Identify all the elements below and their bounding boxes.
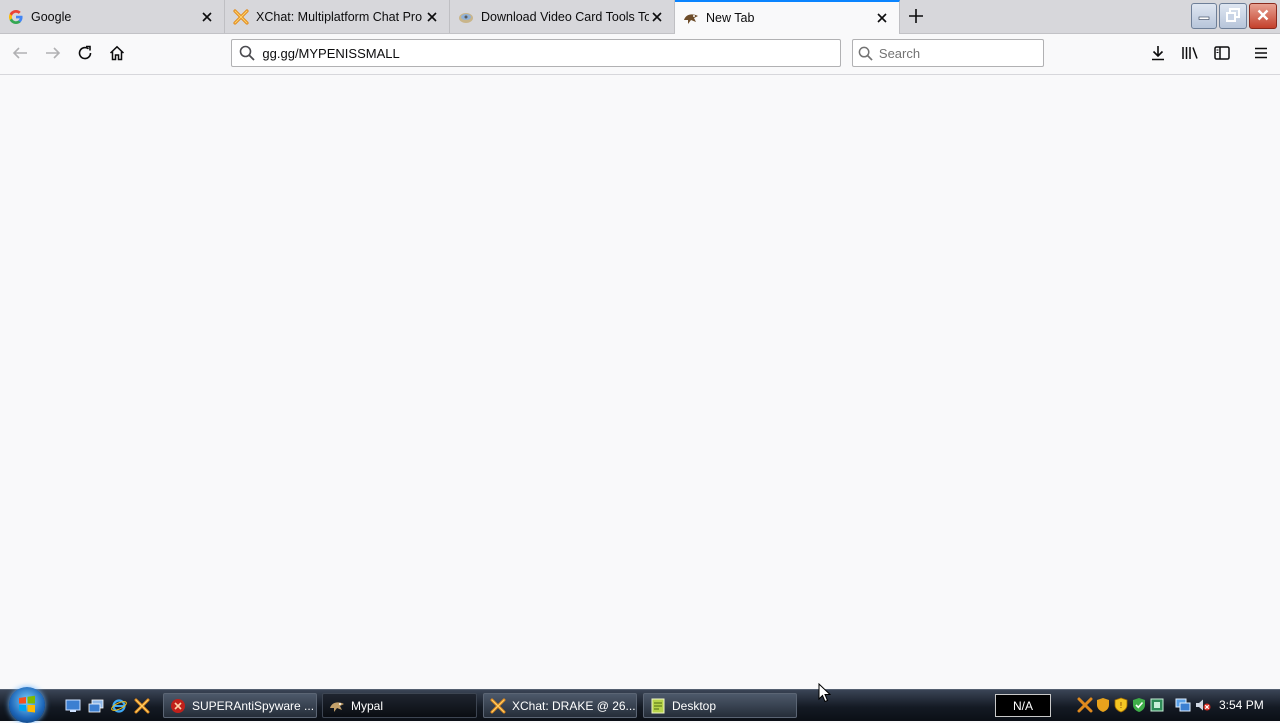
clock[interactable]: 3:54 PM bbox=[1219, 698, 1264, 712]
mypal-icon bbox=[329, 698, 345, 714]
search-input[interactable] bbox=[878, 45, 1043, 61]
restore-button[interactable] bbox=[1219, 3, 1247, 29]
url-input[interactable] bbox=[262, 45, 840, 61]
url-bar[interactable] bbox=[231, 39, 841, 67]
close-icon bbox=[1257, 9, 1269, 24]
forward-arrow-icon bbox=[45, 45, 61, 64]
restore-icon bbox=[1226, 7, 1240, 25]
new-tab-icon bbox=[683, 10, 699, 26]
tab-google[interactable]: Google bbox=[0, 0, 225, 33]
close-window-button[interactable] bbox=[1249, 3, 1277, 29]
xchat-icon bbox=[490, 698, 506, 714]
taskbar-item-label: Mypal bbox=[351, 698, 384, 713]
close-icon[interactable] bbox=[649, 9, 665, 25]
folder-icon bbox=[650, 698, 666, 714]
home-button[interactable] bbox=[101, 38, 133, 70]
tab-new-tab[interactable]: New Tab bbox=[675, 0, 900, 34]
internet-explorer-icon[interactable] bbox=[110, 697, 128, 715]
na-indicator: N/A bbox=[995, 694, 1051, 717]
search-icon bbox=[853, 46, 879, 61]
minimize-icon bbox=[1198, 9, 1210, 24]
taskbar-item-label: SUPERAntiSpyware ... bbox=[192, 698, 315, 713]
tab-video-card-tools[interactable]: Download Video Card Tools To bbox=[450, 0, 675, 33]
close-icon[interactable] bbox=[424, 9, 440, 25]
search-bar[interactable] bbox=[852, 39, 1044, 67]
shield-tray-icon[interactable] bbox=[1095, 697, 1111, 713]
taskbar-item-mypal[interactable]: Mypal bbox=[322, 693, 477, 718]
windows-logo-icon bbox=[17, 694, 37, 717]
downloads-button[interactable] bbox=[1142, 38, 1174, 70]
xchat-icon bbox=[233, 8, 249, 25]
tab-xchat[interactable]: XChat: Multiplatform Chat Pro bbox=[225, 0, 450, 33]
search-icon bbox=[232, 45, 262, 61]
xchat-tray-icon[interactable] bbox=[1077, 697, 1093, 713]
switch-windows-icon[interactable] bbox=[87, 697, 105, 715]
page-content-area[interactable] bbox=[0, 75, 1280, 689]
plus-icon bbox=[909, 8, 923, 26]
library-button[interactable] bbox=[1174, 38, 1206, 70]
tab-title: Download Video Card Tools To bbox=[481, 9, 649, 24]
hamburger-menu-icon bbox=[1253, 45, 1269, 64]
device-tray-icon[interactable] bbox=[1149, 697, 1165, 713]
security-tray-icon[interactable]: ! bbox=[1113, 697, 1129, 713]
mouse-cursor-icon bbox=[818, 682, 832, 706]
reload-button[interactable] bbox=[69, 38, 101, 70]
home-icon bbox=[109, 45, 125, 64]
tab-title: New Tab bbox=[706, 11, 755, 25]
menu-button[interactable] bbox=[1245, 38, 1277, 70]
minimize-button[interactable] bbox=[1191, 3, 1217, 29]
forward-button[interactable] bbox=[37, 38, 69, 70]
xchat-icon[interactable] bbox=[133, 697, 151, 715]
sidebar-icon bbox=[1214, 45, 1230, 64]
volume-muted-icon[interactable] bbox=[1195, 697, 1211, 713]
taskbar-item-label: XChat: DRAKE @ 26... bbox=[512, 698, 636, 713]
taskbar: SUPERAntiSpyware ... Mypal XChat: DRAKE … bbox=[0, 687, 1280, 723]
close-icon[interactable] bbox=[874, 10, 890, 26]
close-icon[interactable] bbox=[199, 9, 215, 25]
taskbar-item-superantispyware[interactable]: SUPERAntiSpyware ... bbox=[163, 693, 317, 718]
new-tab-button[interactable] bbox=[904, 5, 928, 29]
superantispyware-icon bbox=[170, 698, 186, 714]
reload-icon bbox=[77, 45, 93, 64]
sidebar-button[interactable] bbox=[1206, 38, 1238, 70]
back-arrow-icon bbox=[12, 45, 28, 64]
tab-title: XChat: Multiplatform Chat Pro bbox=[256, 9, 423, 24]
show-desktop-icon[interactable] bbox=[64, 697, 82, 715]
tab-strip: Google XChat: Multiplatform Chat Pro Dow… bbox=[0, 0, 1280, 34]
taskbar-item-label: Desktop bbox=[672, 698, 717, 713]
network-tray-icon[interactable] bbox=[1175, 697, 1191, 713]
svg-text:!: ! bbox=[1119, 701, 1122, 710]
tab-title: Google bbox=[31, 9, 72, 24]
start-button[interactable] bbox=[9, 687, 45, 723]
video-card-icon bbox=[458, 9, 474, 25]
taskbar-item-desktop[interactable]: Desktop bbox=[643, 693, 797, 718]
navigation-toolbar bbox=[0, 34, 1280, 75]
back-button[interactable] bbox=[4, 38, 36, 70]
antivirus-tray-icon[interactable] bbox=[1131, 697, 1147, 713]
taskbar-item-xchat[interactable]: XChat: DRAKE @ 26... bbox=[483, 693, 637, 718]
google-g-icon bbox=[8, 9, 24, 25]
download-arrow-icon bbox=[1150, 45, 1166, 64]
library-icon bbox=[1181, 45, 1199, 64]
